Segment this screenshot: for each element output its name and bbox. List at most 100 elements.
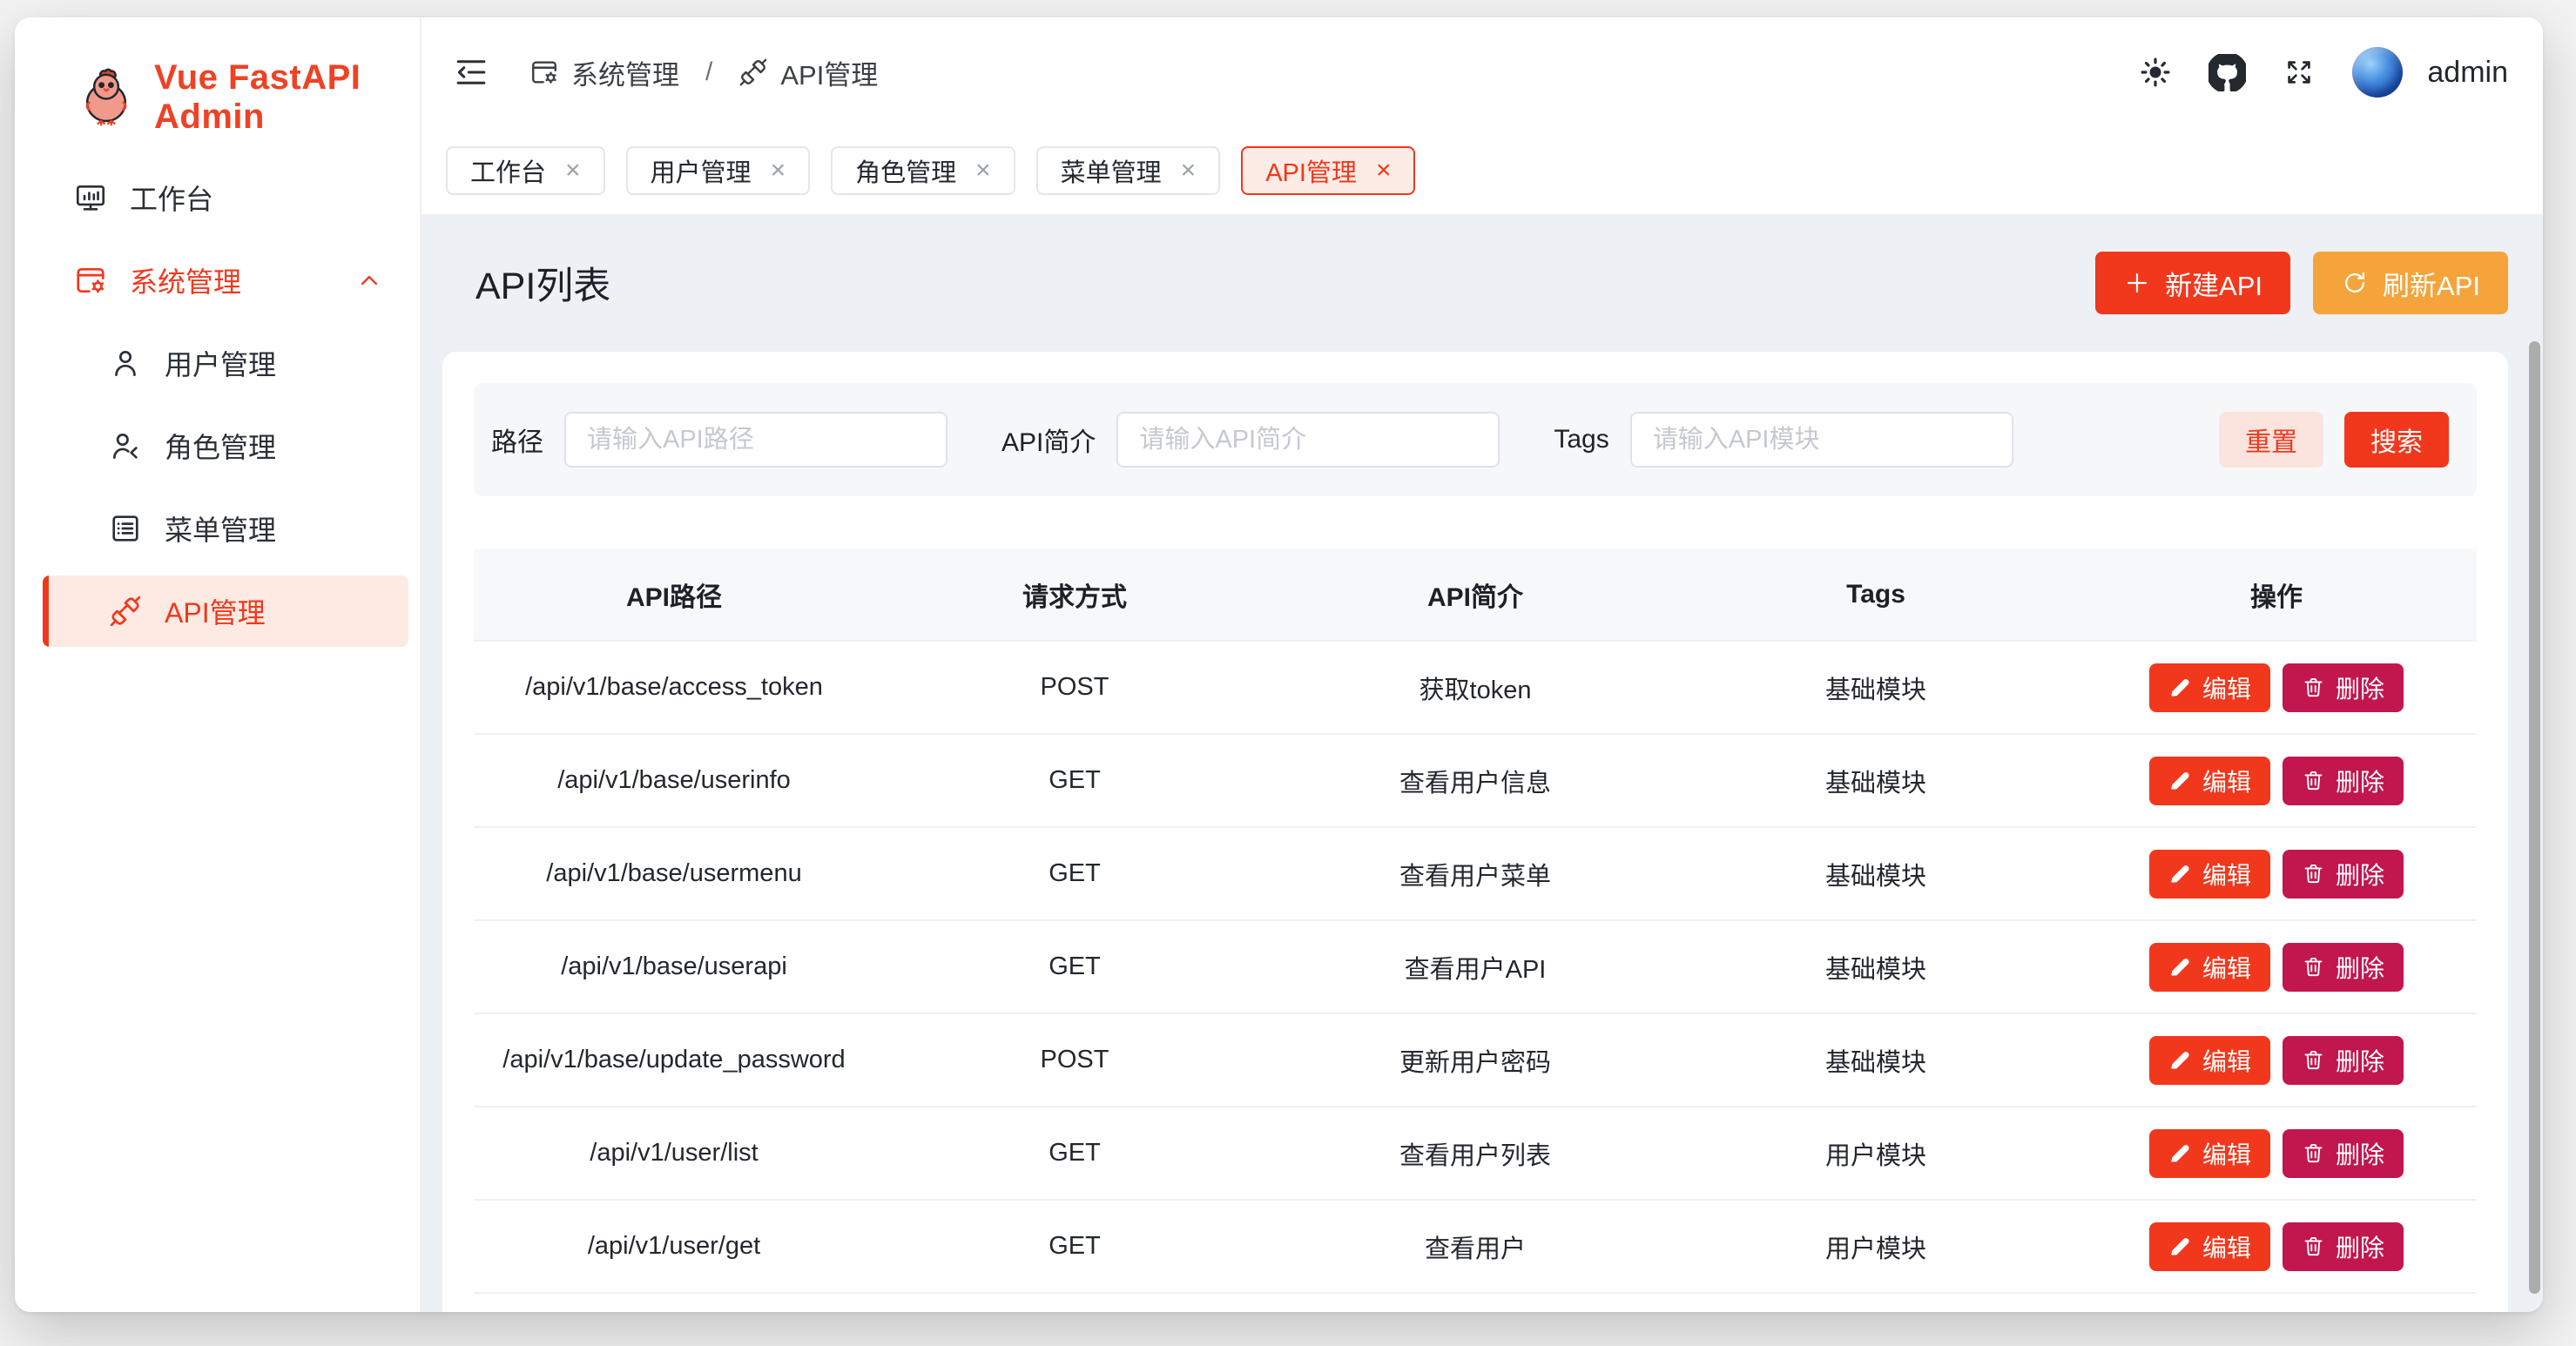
sidebar-item-4[interactable]: 菜单管理 bbox=[43, 493, 408, 564]
delete-button[interactable]: 删除 bbox=[2283, 1222, 2404, 1271]
tab-label: 角色管理 bbox=[855, 152, 956, 189]
page-title: API列表 bbox=[475, 256, 610, 310]
tags-filter-input[interactable] bbox=[1630, 412, 2013, 468]
create-api-button[interactable]: 新建API bbox=[2095, 252, 2290, 314]
cell-tags: 用户模块 bbox=[1676, 1107, 2076, 1200]
topbar-actions: admin bbox=[2139, 47, 2508, 98]
cell-method: GET bbox=[874, 920, 1275, 1013]
delete-label: 删除 bbox=[2336, 857, 2384, 892]
column-header: Tags bbox=[1676, 548, 2076, 641]
edit-button[interactable]: 编辑 bbox=[2149, 1036, 2270, 1085]
pencil-icon bbox=[2168, 955, 2192, 979]
delete-button[interactable]: 删除 bbox=[2283, 1036, 2404, 1085]
table-row: /api/v1/base/userinfoGET查看用户信息基础模块编辑删除 bbox=[474, 734, 2477, 827]
cell-method: GET bbox=[874, 734, 1275, 827]
tab-3[interactable]: 菜单管理× bbox=[1036, 146, 1221, 195]
cell-method: POST bbox=[874, 1013, 1275, 1107]
delete-label: 删除 bbox=[2336, 1229, 2384, 1264]
api-table: API路径请求方式API简介Tags操作 /api/v1/base/access… bbox=[474, 548, 2477, 1312]
cell-tags: 基础模块 bbox=[1676, 920, 2076, 1013]
breadcrumb-item-api[interactable]: API管理 bbox=[738, 53, 878, 92]
edit-label: 编辑 bbox=[2202, 1043, 2251, 1078]
cell-path: /api/v1/base/update_password bbox=[474, 1013, 874, 1107]
theme-icon[interactable] bbox=[2139, 56, 2172, 89]
sidebar-item-1[interactable]: 系统管理 bbox=[43, 245, 408, 316]
tab-0[interactable]: 工作台× bbox=[446, 146, 605, 195]
tab-label: 用户管理 bbox=[651, 152, 752, 189]
edit-button[interactable]: 编辑 bbox=[2149, 943, 2270, 992]
cell-path: /api/v1/base/userapi bbox=[474, 920, 874, 1013]
summary-filter-input[interactable] bbox=[1116, 412, 1500, 468]
breadcrumb: 系统管理 / API管理 bbox=[529, 53, 878, 92]
table-header-row: API路径请求方式API简介Tags操作 bbox=[474, 548, 2477, 641]
delete-label: 删除 bbox=[2336, 764, 2384, 798]
avatar[interactable] bbox=[2352, 47, 2403, 98]
path-filter-input[interactable] bbox=[564, 412, 947, 468]
sidebar-item-2[interactable]: 用户管理 bbox=[43, 327, 408, 399]
sidebar-item-5[interactable]: API管理 bbox=[43, 575, 408, 647]
column-header: API简介 bbox=[1275, 548, 1676, 641]
topbar: 系统管理 / API管理 admin bbox=[421, 17, 2543, 127]
search-button[interactable]: 搜索 bbox=[2344, 412, 2449, 468]
tab-close-icon[interactable]: × bbox=[771, 158, 786, 184]
edit-label: 编辑 bbox=[2202, 1229, 2251, 1264]
page-header: API列表 新建API 刷新API bbox=[442, 214, 2508, 352]
github-icon[interactable] bbox=[2208, 54, 2246, 91]
tab-close-icon[interactable]: × bbox=[565, 158, 581, 184]
refresh-api-button[interactable]: 刷新API bbox=[2313, 252, 2508, 314]
sidebar: Vue FastAPI Admin 工作台系统管理用户管理角色管理菜单管理 API… bbox=[15, 17, 421, 1312]
pencil-icon bbox=[2168, 769, 2192, 792]
table-row: /api/v1/base/access_tokenPOST获取token基础模块… bbox=[474, 641, 2477, 734]
breadcrumb-separator: / bbox=[705, 57, 712, 87]
logo[interactable]: Vue FastAPI Admin bbox=[15, 57, 420, 138]
sidebar-menu: 工作台系统管理用户管理角色管理菜单管理 API管理 bbox=[15, 162, 420, 647]
edit-button[interactable]: 编辑 bbox=[2149, 850, 2270, 898]
edit-button[interactable]: 编辑 bbox=[2149, 1222, 2270, 1271]
sidebar-item-label: API管理 bbox=[165, 591, 266, 631]
refresh-api-label: 刷新API bbox=[2383, 264, 2480, 303]
refresh-icon bbox=[2341, 269, 2369, 297]
sidebar-item-0[interactable]: 工作台 bbox=[43, 162, 408, 233]
pencil-icon bbox=[2168, 1048, 2192, 1072]
tab-1[interactable]: 用户管理 × bbox=[626, 146, 811, 195]
filter-label-summary: API简介 bbox=[1001, 421, 1096, 459]
tab-4[interactable]: API管理 × bbox=[1241, 146, 1415, 195]
edit-label: 编辑 bbox=[2202, 857, 2251, 892]
cell-path: /api/v1/base/userinfo bbox=[474, 734, 874, 827]
chevron-up-icon bbox=[354, 266, 384, 295]
plus-icon bbox=[2123, 269, 2151, 297]
delete-button[interactable]: 删除 bbox=[2283, 663, 2404, 712]
table-row: /api/v1/base/usermenuGET查看用户菜单基础模块编辑删除 bbox=[474, 827, 2477, 920]
collapse-sidebar-icon[interactable] bbox=[453, 54, 489, 91]
edit-label: 编辑 bbox=[2202, 950, 2251, 985]
api-icon bbox=[109, 595, 142, 628]
row-actions: 编辑 删除 bbox=[2076, 1222, 2477, 1271]
fullscreen-icon[interactable] bbox=[2283, 56, 2316, 89]
pencil-icon bbox=[2168, 862, 2192, 885]
tab-close-icon[interactable]: × bbox=[1181, 158, 1197, 184]
tab-close-icon[interactable]: × bbox=[1376, 158, 1392, 184]
edit-label: 编辑 bbox=[2202, 670, 2251, 705]
filter-label-tags: Tags bbox=[1554, 425, 1608, 454]
edit-button[interactable]: 编辑 bbox=[2149, 757, 2270, 805]
tab-close-icon[interactable]: × bbox=[975, 158, 991, 184]
page-actions: 新建API 刷新API bbox=[2095, 252, 2508, 314]
edit-button[interactable]: 编辑 bbox=[2149, 663, 2270, 712]
reset-button[interactable]: 重置 bbox=[2219, 412, 2323, 468]
edit-button[interactable]: 编辑 bbox=[2149, 1129, 2270, 1178]
delete-label: 删除 bbox=[2336, 1136, 2384, 1171]
cell-tags: 用户模块 bbox=[1676, 1200, 2076, 1293]
delete-button[interactable]: 删除 bbox=[2283, 1129, 2404, 1178]
vertical-scrollbar[interactable] bbox=[2529, 341, 2540, 1294]
sidebar-item-3[interactable]: 角色管理 bbox=[43, 410, 408, 481]
trash-icon bbox=[2302, 1141, 2325, 1165]
username[interactable]: admin bbox=[2427, 56, 2508, 90]
tab-label: API管理 bbox=[1265, 152, 1357, 189]
breadcrumb-item-system[interactable]: 系统管理 bbox=[529, 53, 679, 92]
delete-button[interactable]: 删除 bbox=[2283, 757, 2404, 805]
api-list-card: 路径 API简介 Tags 重置 搜索 API路径请求方式API简介T bbox=[442, 352, 2508, 1312]
delete-button[interactable]: 删除 bbox=[2283, 943, 2404, 992]
tab-2[interactable]: 角色管理 × bbox=[831, 146, 1015, 195]
delete-button[interactable]: 删除 bbox=[2283, 850, 2404, 898]
cell-path: /api/v1/user/get bbox=[474, 1200, 874, 1293]
